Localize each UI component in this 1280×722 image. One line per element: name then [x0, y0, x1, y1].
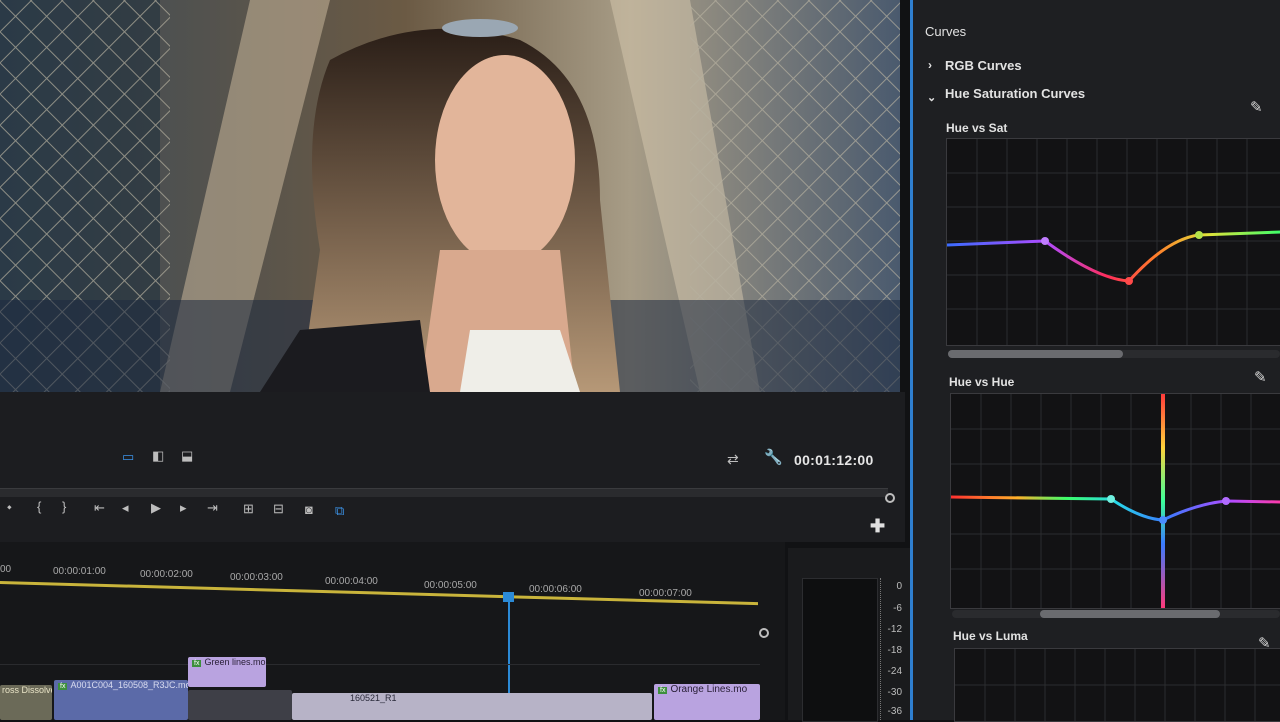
graph-title: Hue vs Luma: [953, 629, 1028, 643]
ruler-mark: 00:00:04:00: [325, 576, 378, 587]
clip-label: Orange Lines.mo: [670, 684, 748, 695]
hue-vs-luma-graph[interactable]: [954, 648, 1280, 722]
meter-label: -24: [887, 666, 902, 677]
go-to-in-icon[interactable]: ⇤: [94, 501, 105, 515]
ruler-mark: 00:00:07:00: [639, 588, 692, 599]
clip-label: 160521_R1: [350, 693, 397, 703]
clip-label: Green lines.mo: [204, 657, 266, 667]
ruler-mark: 00: [0, 564, 12, 575]
go-to-out-icon[interactable]: ⇥: [207, 501, 218, 515]
playhead-timecode[interactable]: 00:01:12:00: [794, 452, 874, 468]
hue-vs-hue-scrollbar[interactable]: [952, 610, 1280, 618]
clip-main[interactable]: fxA001C004_160508_R3JC.mov.mov: [54, 680, 188, 720]
meter-label: -12: [887, 624, 902, 635]
ruler-mark: 00:00:01:00: [53, 566, 106, 577]
in-point-icon[interactable]: {: [37, 500, 41, 514]
fx-badge-icon: fx: [658, 687, 668, 694]
stacked-view-icon[interactable]: ⬓: [181, 449, 193, 463]
audio-meter: [802, 578, 878, 722]
out-point-icon[interactable]: }: [62, 500, 66, 514]
hue-vs-hue-graph[interactable]: [950, 393, 1280, 609]
fx-badge-icon: fx: [58, 683, 68, 690]
export-frame-icon[interactable]: ◙: [305, 503, 313, 517]
step-back-icon[interactable]: ◂: [122, 501, 129, 515]
meter-label: 0: [896, 581, 902, 592]
monitor-controls-bar: [0, 392, 905, 542]
clip-green-lines[interactable]: fx Green lines.mo: [188, 657, 266, 687]
timeline-zoom-handle[interactable]: [759, 628, 769, 638]
hue-vs-sat-graph[interactable]: [946, 138, 1280, 346]
meter-label: -30: [887, 687, 902, 698]
track-divider: [0, 664, 760, 665]
clip-orange-lines[interactable]: fx Orange Lines.mo: [654, 684, 760, 720]
eyedropper-icon[interactable]: ✎: [1254, 368, 1267, 386]
program-monitor-preview: [0, 0, 900, 392]
comparison-view-icon[interactable]: ⧉: [335, 504, 344, 518]
hue-vs-sat-scrollbar[interactable]: [948, 350, 1280, 358]
ruler-mark: 00:00:05:00: [424, 580, 477, 591]
video-frame-image: [0, 0, 900, 392]
clip-transition[interactable]: ross Dissolve: [0, 685, 52, 720]
chevron-right-icon[interactable]: ›: [928, 58, 932, 72]
clip-label: ross Dissolve: [2, 685, 52, 695]
graph-title: Hue vs Sat: [946, 121, 1008, 135]
overwrite-icon[interactable]: ⊟: [273, 502, 284, 516]
meter-label: -18: [887, 645, 902, 656]
play-icon[interactable]: ▶: [151, 501, 161, 515]
split-view-icon[interactable]: ◧: [152, 449, 164, 463]
add-button-icon[interactable]: ✚: [870, 516, 885, 537]
clip-label: A001C004_160508_R3JC.mov.mov: [70, 680, 188, 690]
scrollbar-thumb[interactable]: [948, 350, 1123, 358]
chevron-down-icon[interactable]: ⌄: [927, 91, 936, 104]
clip-thumbnail-strip[interactable]: [188, 690, 292, 720]
graph-title: Hue vs Hue: [949, 375, 1015, 389]
fx-badge-icon: fx: [192, 660, 202, 667]
swap-icon[interactable]: ⇄: [727, 452, 739, 466]
monitor-scrub-bar[interactable]: [0, 488, 888, 497]
meter-label: -36: [887, 706, 902, 717]
clip-bottom[interactable]: 160521_R1: [292, 693, 652, 720]
rgb-curves-toggle[interactable]: RGB Curves: [945, 58, 1022, 73]
scrollbar-thumb[interactable]: [1040, 610, 1220, 618]
eyedropper-icon[interactable]: ✎: [1250, 98, 1263, 116]
single-view-icon[interactable]: ▭: [122, 450, 134, 464]
ruler-mark: 00:00:03:00: [230, 572, 283, 583]
hue-sat-curves-toggle[interactable]: Hue Saturation Curves: [945, 86, 1085, 101]
marker-icon[interactable]: ⬩: [7, 500, 12, 514]
meter-label: -6: [893, 603, 902, 614]
section-title: Curves: [925, 24, 967, 39]
wrench-icon[interactable]: 🔧: [764, 450, 783, 465]
ruler-mark: 00:00:02:00: [140, 569, 193, 580]
step-forward-icon[interactable]: ▸: [180, 501, 187, 515]
ruler-mark: 00:00:06:00: [529, 584, 582, 595]
scrub-end-handle[interactable]: [885, 493, 895, 503]
insert-icon[interactable]: ⊞: [243, 502, 254, 516]
